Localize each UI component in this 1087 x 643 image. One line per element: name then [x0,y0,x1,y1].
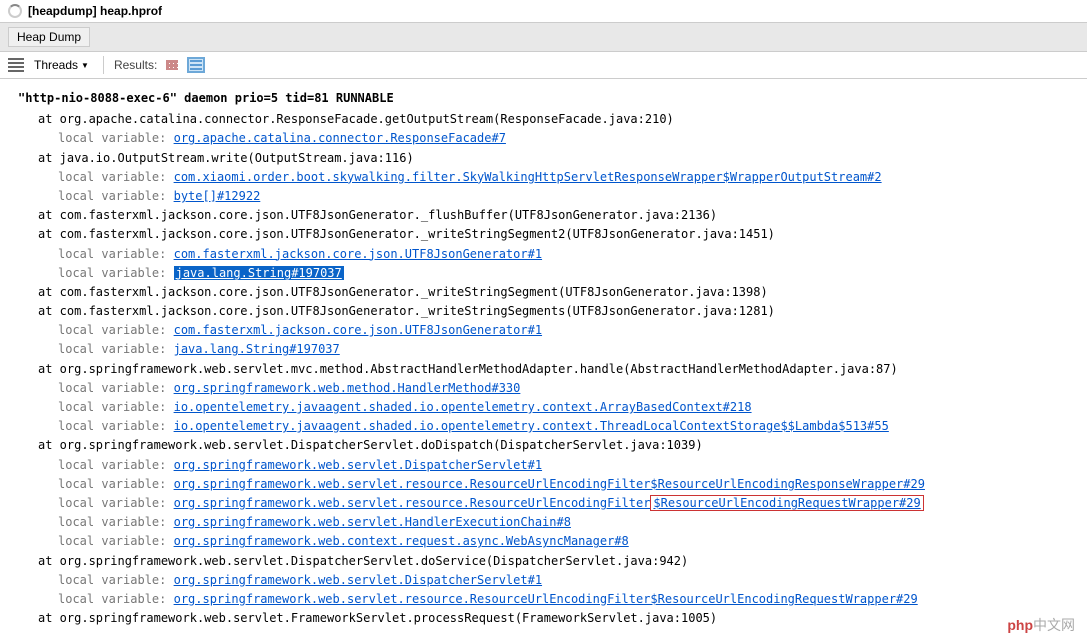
local-variable: local variable: byte[]#12922 [18,187,1069,206]
local-variable-label: local variable: [58,477,174,491]
stack-frame: at com.fasterxml.jackson.core.json.UTF8J… [18,206,1069,225]
local-variable-label: local variable: [58,170,174,184]
stack-frame: at org.apache.catalina.connector.Respons… [18,110,1069,129]
highlighted-box: $ResourceUrlEncodingRequestWrapper#29 [650,495,923,511]
local-variable: local variable: org.springframework.web.… [18,571,1069,590]
stack-frame: at java.io.OutputStream.write(OutputStre… [18,149,1069,168]
object-link[interactable]: org.springframework.web.method.HandlerMe… [174,381,521,395]
object-link[interactable]: $ResourceUrlEncodingRequestWrapper#29 [653,496,920,510]
object-link[interactable]: io.opentelemetry.javaagent.shaded.io.ope… [174,400,752,414]
threads-dropdown[interactable]: Threads ▼ [30,56,93,74]
selected-object-link[interactable]: java.lang.String#197037 [174,266,344,280]
stack-frame: at org.springframework.web.servlet.Dispa… [18,436,1069,455]
local-variable: local variable: java.lang.String#197037 [18,340,1069,359]
local-variable-label: local variable: [58,534,174,548]
local-variable: local variable: org.springframework.web.… [18,494,1069,513]
object-link[interactable]: org.springframework.web.servlet.HandlerE… [174,515,571,529]
watermark-brand: php [1007,617,1033,633]
local-variable-label: local variable: [58,515,174,529]
local-variable-label: local variable: [58,496,174,510]
object-link[interactable]: org.springframework.web.servlet.Dispatch… [174,458,542,472]
title-bar: [heapdump] heap.hprof [0,0,1087,23]
local-variable: local variable: io.opentelemetry.javaage… [18,398,1069,417]
watermark: php中文网 [1007,615,1075,635]
stack-frame: at com.fasterxml.jackson.core.json.UTF8J… [18,302,1069,321]
local-variable-label: local variable: [58,419,174,433]
object-link[interactable]: com.fasterxml.jackson.core.json.UTF8Json… [174,323,542,337]
stack-frame: at com.fasterxml.jackson.core.json.UTF8J… [18,225,1069,244]
local-variable: local variable: com.fasterxml.jackson.co… [18,321,1069,340]
loading-icon [8,4,22,18]
tab-heap-dump[interactable]: Heap Dump [8,27,90,47]
local-variable-label: local variable: [58,592,174,606]
local-variable: local variable: org.springframework.web.… [18,475,1069,494]
watermark-suffix: 中文网 [1033,617,1075,633]
results-label: Results: [114,58,157,72]
stack-frame: at org.springframework.web.servlet.Frame… [18,609,1069,628]
window-title-file: heap.hprof [100,4,162,18]
list-results-icon[interactable] [187,57,205,73]
object-link[interactable]: byte[]#12922 [174,189,261,203]
object-link[interactable]: org.springframework.web.servlet.Dispatch… [174,573,542,587]
local-variable-label: local variable: [58,131,174,145]
local-variable-label: local variable: [58,400,174,414]
window-title-prefix: [heapdump] [28,4,97,18]
thread-header: "http-nio-8088-exec-6" daemon prio=5 tid… [18,89,1069,108]
local-variable-label: local variable: [58,247,174,261]
local-variable-label: local variable: [58,458,174,472]
local-variable: local variable: org.apache.catalina.conn… [18,129,1069,148]
local-variable: local variable: org.springframework.web.… [18,532,1069,551]
chevron-down-icon: ▼ [81,61,89,70]
toolbar: Threads ▼ Results: [0,52,1087,79]
local-variable-label: local variable: [58,189,174,203]
local-variable: local variable: org.springframework.web.… [18,379,1069,398]
object-link[interactable]: org.apache.catalina.connector.ResponseFa… [174,131,506,145]
object-link[interactable]: org.springframework.web.servlet.resource… [174,477,925,491]
local-variable-label: local variable: [58,266,174,280]
object-link[interactable]: io.opentelemetry.javaagent.shaded.io.ope… [174,419,889,433]
local-variable: local variable: org.springframework.web.… [18,513,1069,532]
local-variable-label: local variable: [58,323,174,337]
local-variable-label: local variable: [58,342,174,356]
local-variable: local variable: java.lang.String#197037 [18,264,1069,283]
grid-results-icon[interactable] [163,57,181,73]
toolbar-separator [103,56,104,74]
stack-frame: at com.fasterxml.jackson.core.json.UTF8J… [18,283,1069,302]
local-variable: local variable: com.xiaomi.order.boot.sk… [18,168,1069,187]
stack-frame: at org.springframework.web.servlet.mvc.m… [18,360,1069,379]
object-link[interactable]: com.xiaomi.order.boot.skywalking.filter.… [174,170,882,184]
local-variable: local variable: io.opentelemetry.javaage… [18,417,1069,436]
object-link[interactable]: org.springframework.web.servlet.resource… [174,592,918,606]
local-variable-label: local variable: [58,573,174,587]
local-variable: local variable: org.springframework.web.… [18,456,1069,475]
object-link[interactable]: org.springframework.web.servlet.resource… [174,496,651,510]
object-link[interactable]: com.fasterxml.jackson.core.json.UTF8Json… [174,247,542,261]
stack-trace-content: "http-nio-8088-exec-6" daemon prio=5 tid… [0,79,1087,638]
stack-frame: at org.springframework.web.servlet.Dispa… [18,552,1069,571]
object-link[interactable]: org.springframework.web.context.request.… [174,534,629,548]
local-variable: local variable: org.springframework.web.… [18,590,1069,609]
object-link[interactable]: java.lang.String#197037 [174,342,340,356]
threads-dropdown-label: Threads [34,58,78,72]
list-view-icon[interactable] [8,58,24,72]
tab-bar: Heap Dump [0,23,1087,52]
local-variable-label: local variable: [58,381,174,395]
local-variable: local variable: com.fasterxml.jackson.co… [18,245,1069,264]
